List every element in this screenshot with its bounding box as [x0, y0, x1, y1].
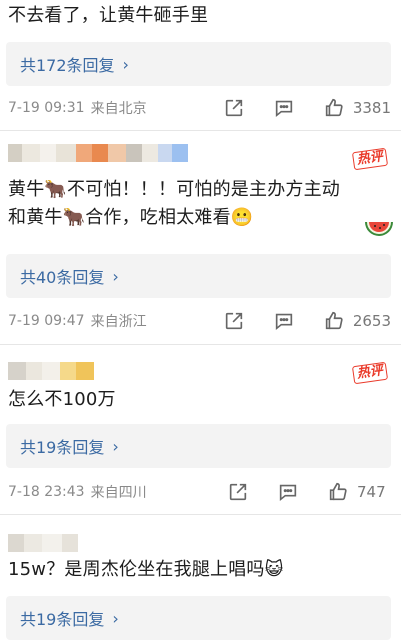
- comment-actions: 3381: [223, 97, 391, 119]
- reply-count-label: 共40条回复: [20, 268, 105, 287]
- hot-comment-badge: 热评: [351, 147, 389, 171]
- comment-icon[interactable]: [273, 97, 295, 119]
- chevron-right-icon: ›: [122, 54, 129, 74]
- share-icon[interactable]: [223, 310, 245, 332]
- thumb-up-icon[interactable]: [323, 97, 345, 119]
- share-icon[interactable]: [227, 481, 249, 503]
- reply-count-label: 共19条回复: [20, 610, 105, 629]
- chevron-right-icon: ›: [112, 266, 119, 286]
- reply-count-label: 共172条回复: [20, 56, 115, 75]
- view-replies-button[interactable]: 共172条回复 ›: [6, 42, 391, 86]
- thumb-up-icon[interactable]: [323, 310, 345, 332]
- thumb-up-icon[interactable]: [327, 481, 349, 503]
- view-replies-button[interactable]: 共19条回复 ›: [6, 424, 391, 468]
- comment-location: 来自四川: [90, 485, 147, 501]
- like-count: 3381: [352, 99, 391, 117]
- comment-text: 怎么不100万: [8, 389, 116, 410]
- comment-text: 15w？是周杰伦坐在我腿上唱吗😺: [8, 559, 284, 580]
- comment-text: 不去看了，让黄牛砸手里: [8, 5, 209, 26]
- comment-time: 7-18 23:43: [8, 484, 85, 500]
- divider: [0, 130, 401, 136]
- share-icon[interactable]: [223, 97, 245, 119]
- chevron-right-icon: ›: [112, 608, 119, 628]
- like-count: 2653: [352, 312, 391, 330]
- username-mosaic: [8, 362, 94, 380]
- hot-comment-badge: 热评: [351, 361, 389, 385]
- comment-actions: 2653: [223, 310, 391, 332]
- comment-location: 来自北京: [90, 101, 147, 117]
- like-count: 747: [357, 483, 386, 501]
- watermelon-sticker: [363, 208, 395, 240]
- comment-text-line2: 和黄牛🐂合作，吃相太难看😬: [8, 207, 254, 228]
- comment-icon[interactable]: [273, 310, 295, 332]
- comment-actions: 747: [227, 481, 391, 503]
- username-mosaic: [8, 534, 78, 552]
- comment-time: 7-19 09:47: [8, 313, 85, 329]
- comment-meta: 7-19 09:47 来自浙江 2653: [8, 309, 391, 333]
- comment-time: 7-19 09:31: [8, 100, 85, 116]
- view-replies-button[interactable]: 共40条回复 ›: [6, 254, 391, 298]
- divider: [0, 514, 401, 520]
- view-replies-button[interactable]: 共19条回复 ›: [6, 596, 391, 640]
- comment-location: 来自浙江: [90, 314, 147, 330]
- username-mosaic: [8, 144, 188, 162]
- reply-count-label: 共19条回复: [20, 438, 105, 457]
- comment-meta: 7-19 09:31 来自北京 3381: [8, 96, 391, 120]
- chevron-right-icon: ›: [112, 436, 119, 456]
- comment-text-line1: 黄牛🐂不可怕！！！可怕的是主办方主动: [8, 179, 341, 200]
- comment-icon[interactable]: [277, 481, 299, 503]
- divider: [0, 344, 401, 350]
- comment-meta: 7-18 23:43 来自四川 747: [8, 480, 391, 504]
